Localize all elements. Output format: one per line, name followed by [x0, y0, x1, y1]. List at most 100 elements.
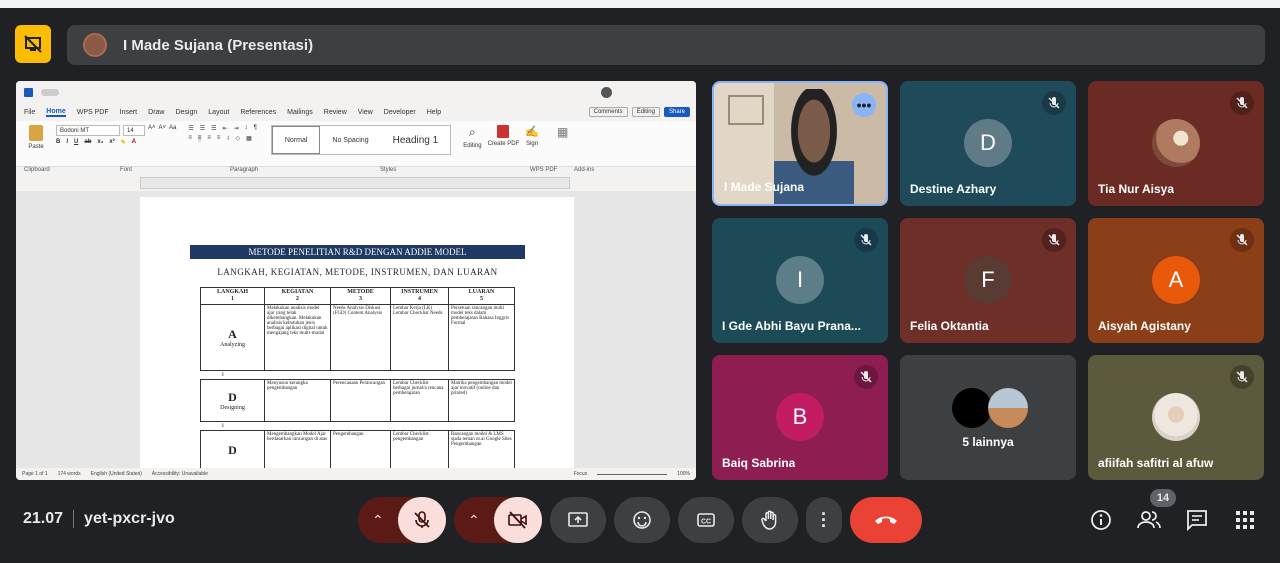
word-statusbar: Page 1 of 1 174 words English (United St…: [16, 468, 696, 480]
meeting-details-button[interactable]: [1087, 506, 1115, 534]
style-heading1[interactable]: Heading 1: [381, 126, 451, 154]
language[interactable]: English (United States): [91, 471, 142, 477]
font-name-select[interactable]: Bodoni MT: [56, 125, 120, 136]
header-num: 3: [359, 296, 362, 302]
shading-icon[interactable]: ◇: [235, 135, 240, 142]
borders-icon[interactable]: ▦: [246, 135, 252, 142]
find-icon[interactable]: ⌕: [469, 125, 476, 140]
tab-insert[interactable]: Insert: [120, 109, 138, 116]
subscript-icon[interactable]: x₂: [97, 139, 103, 146]
focus-button[interactable]: Focus: [574, 471, 588, 477]
mic-toggle-button[interactable]: [398, 497, 446, 543]
participant-tile[interactable]: B Baiq Sabrina: [712, 355, 888, 480]
zoom-slider[interactable]: [597, 473, 668, 475]
share-button[interactable]: Share: [663, 107, 690, 117]
avatar: A: [1152, 256, 1200, 304]
tab-design[interactable]: Design: [175, 109, 197, 116]
camera-toggle-button[interactable]: [494, 497, 542, 543]
raise-hand-button[interactable]: [742, 497, 798, 543]
zoom-level[interactable]: 100%: [677, 471, 690, 477]
camera-options-chevron-icon[interactable]: ⌃: [468, 512, 480, 529]
align-right-icon[interactable]: ≡: [207, 135, 211, 142]
sign-icon[interactable]: ✍: [525, 125, 539, 138]
accessibility[interactable]: Accessibility: Unavailable: [152, 471, 208, 477]
addins-icon[interactable]: ▦: [557, 125, 568, 139]
increase-indent-icon[interactable]: ⇥: [234, 125, 239, 132]
create-pdf-icon[interactable]: [497, 125, 510, 138]
meeting-code[interactable]: yet-pxcr-jvo: [84, 510, 175, 528]
tab-mailings[interactable]: Mailings: [287, 109, 313, 116]
numbering-icon[interactable]: ☰: [200, 125, 205, 132]
strikethrough-icon[interactable]: ab: [84, 139, 91, 146]
font-size-select[interactable]: 14: [123, 125, 145, 136]
align-left-icon[interactable]: ≡: [188, 135, 192, 142]
word-count[interactable]: 174 words: [58, 471, 81, 477]
mic-options-chevron-icon[interactable]: ⌃: [372, 512, 384, 529]
reactions-button[interactable]: [614, 497, 670, 543]
metode-cell: Needs Analysis Diskusi (FGD) Content Ana…: [330, 304, 391, 371]
tab-review[interactable]: Review: [324, 109, 347, 116]
tab-wps-pdf[interactable]: WPS PDF: [77, 109, 109, 116]
justify-icon[interactable]: ≡: [217, 135, 221, 142]
participant-tile[interactable]: afiifah safitri al afuw: [1088, 355, 1264, 480]
more-options-button[interactable]: · · ·: [806, 497, 842, 543]
participant-tile[interactable]: F Felia Oktantia: [900, 218, 1076, 343]
sort-icon[interactable]: ↕: [245, 125, 248, 132]
paste-icon[interactable]: [29, 125, 43, 141]
decrease-indent-icon[interactable]: ⇤: [223, 125, 228, 132]
comments-button[interactable]: Comments: [588, 107, 628, 117]
align-center-icon[interactable]: ≡: [197, 135, 202, 142]
bold-icon[interactable]: B: [56, 139, 60, 146]
pilcrow-icon[interactable]: ¶: [254, 125, 257, 132]
people-button[interactable]: [1135, 506, 1163, 534]
tab-home[interactable]: Home: [46, 108, 66, 117]
change-case-icon[interactable]: Aa: [169, 125, 176, 136]
tab-file[interactable]: File: [24, 109, 35, 116]
participant-tile[interactable]: D Destine Azhary: [900, 81, 1076, 206]
presenting-badge-icon[interactable]: [15, 25, 51, 63]
tab-draw[interactable]: Draw: [148, 109, 164, 116]
italic-icon[interactable]: I: [66, 139, 68, 146]
underline-icon[interactable]: U: [74, 139, 78, 146]
ruler[interactable]: [140, 177, 570, 189]
participant-tile[interactable]: ••• I Made Sujana: [712, 81, 888, 206]
page-count[interactable]: Page 1 of 1: [22, 471, 48, 477]
tab-layout[interactable]: Layout: [208, 109, 229, 116]
style-no-spacing[interactable]: No Spacing: [320, 126, 380, 154]
tab-references[interactable]: References: [240, 109, 276, 116]
more-options-icon[interactable]: •••: [852, 93, 876, 117]
document-page[interactable]: METODE PENELITIAN R&D DENGAN ADDIE MODEL…: [140, 197, 574, 480]
avatar-photo: [1152, 119, 1200, 167]
activities-button[interactable]: [1231, 506, 1259, 534]
table-row: A Analyzing Melakukan analisis model ajar…: [200, 304, 515, 371]
autosave-toggle[interactable]: [41, 88, 59, 96]
meeting-time: 21.07: [23, 510, 64, 527]
participant-tile[interactable]: I I Gde Abhi Bayu Prana...: [712, 218, 888, 343]
participant-tile[interactable]: Tia Nur Aisya: [1088, 81, 1264, 206]
down-arrow-icon: ⇩: [220, 373, 225, 378]
tab-developer[interactable]: Developer: [384, 109, 416, 116]
superscript-icon[interactable]: x²: [109, 139, 114, 146]
line-spacing-icon[interactable]: ↨: [226, 135, 229, 142]
font-group: Bodoni MT 14 A˄ A˅ Aa B I U ab x₂ x² ✎ A: [56, 125, 176, 146]
font-color-icon[interactable]: A: [132, 139, 136, 146]
group-label-paragraph: Paragraph: [230, 167, 259, 173]
editing-mode-button[interactable]: Editing: [631, 107, 660, 117]
bullets-icon[interactable]: ☰: [188, 125, 193, 132]
present-screen-button[interactable]: [550, 497, 606, 543]
mic-off-icon: [1042, 228, 1066, 252]
multilevel-icon[interactable]: ☰: [211, 125, 216, 132]
highlight-icon[interactable]: ✎: [121, 139, 126, 146]
style-normal[interactable]: Normal: [271, 126, 321, 154]
grow-font-icon[interactable]: A˄: [148, 125, 156, 136]
header-luaran: LUARAN: [468, 289, 495, 295]
shrink-font-icon[interactable]: A˅: [159, 125, 167, 136]
others-tile[interactable]: 5 lainnya: [900, 355, 1076, 480]
tab-view[interactable]: View: [358, 109, 373, 116]
chat-button[interactable]: [1183, 506, 1211, 534]
tab-help[interactable]: Help: [427, 109, 441, 116]
participant-tile[interactable]: A Aisyah Agistany: [1088, 218, 1264, 343]
mic-off-icon: [854, 365, 878, 389]
captions-button[interactable]: CC: [678, 497, 734, 543]
leave-call-button[interactable]: [850, 497, 922, 543]
